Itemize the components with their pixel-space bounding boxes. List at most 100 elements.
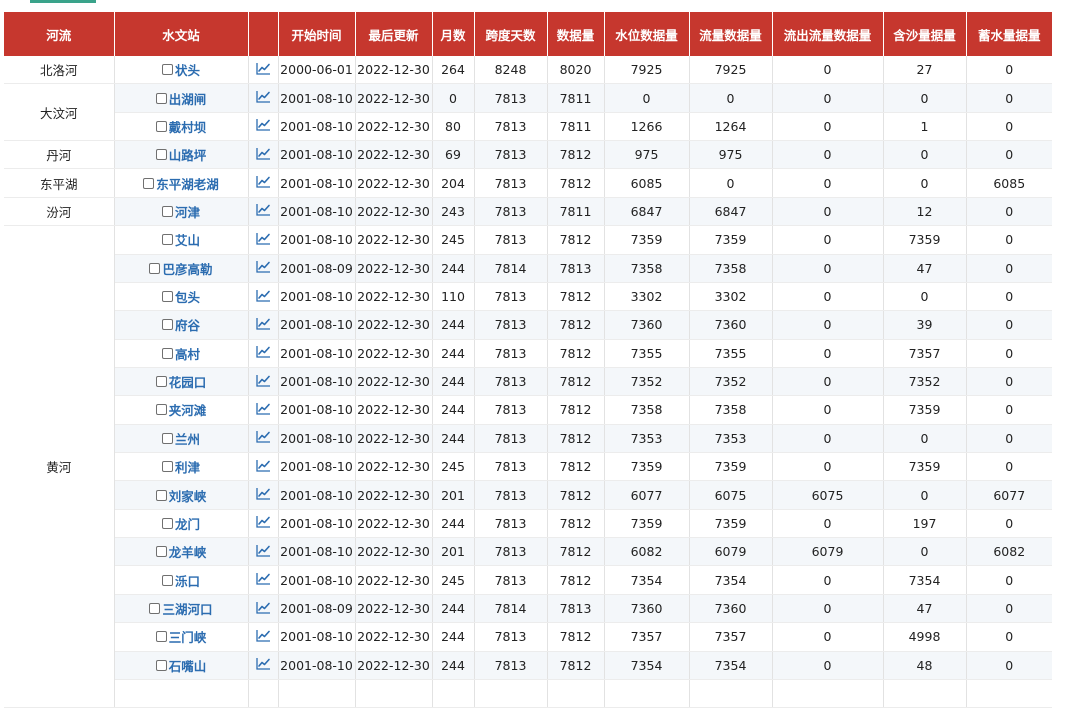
trend-chart-icon[interactable]: [255, 459, 271, 472]
station-link[interactable]: 包头: [175, 287, 200, 306]
trend-chart-icon[interactable]: [255, 430, 271, 443]
checkbox-icon[interactable]: [155, 659, 167, 671]
trend-chart-icon[interactable]: [255, 515, 271, 529]
trend-chart-icon[interactable]: [255, 487, 271, 500]
table-row: 兰州 2001-08-10 2022-12-30 244 7813 7812 7353 735…: [4, 424, 1052, 454]
trend-cell: [248, 594, 279, 624]
trend-chart-icon[interactable]: [255, 260, 271, 273]
column-header-water-level-count[interactable]: 水位数据量: [604, 12, 690, 56]
trend-chart-icon[interactable]: [255, 629, 271, 642]
trend-chart-icon[interactable]: [255, 62, 271, 75]
checkbox-icon[interactable]: [161, 461, 173, 473]
flow-count-cell: 7359: [689, 509, 773, 539]
checkbox-icon[interactable]: [161, 574, 173, 586]
checkbox-icon[interactable]: [155, 120, 167, 132]
checkbox-icon[interactable]: [149, 262, 161, 274]
column-header-data-count[interactable]: 数据量: [547, 12, 605, 56]
checkbox-icon[interactable]: [155, 489, 167, 501]
trend-chart-icon[interactable]: [255, 289, 271, 302]
station-link[interactable]: 状头: [175, 60, 200, 79]
months-cell: 244: [432, 594, 475, 624]
column-header-storage-count[interactable]: 蓄水量据量: [966, 12, 1052, 56]
column-header-chart[interactable]: [248, 12, 279, 56]
station-link[interactable]: 兰州: [175, 429, 200, 448]
flow-count-cell: 7359: [689, 225, 773, 255]
checkbox-icon[interactable]: [149, 603, 161, 614]
station-link[interactable]: 戴村坝: [169, 117, 207, 136]
checkbox-icon[interactable]: [161, 517, 173, 529]
station-link[interactable]: 刘家峡: [169, 486, 207, 505]
flow-count-cell: 7358: [689, 254, 773, 283]
span-days-cell: 7813: [474, 537, 548, 567]
column-header-months[interactable]: 月数: [432, 12, 475, 56]
data-count-cell: 7812: [547, 509, 605, 539]
station-link[interactable]: 河津: [175, 202, 200, 221]
last-update-cell: 2022-12-30: [355, 622, 433, 652]
trend-chart-icon[interactable]: [255, 118, 271, 132]
station-link[interactable]: 泺口: [175, 571, 200, 590]
trend-chart-icon[interactable]: [255, 572, 271, 585]
sediment-count-cell: 197: [883, 509, 967, 539]
trend-chart-icon[interactable]: [255, 374, 271, 387]
table-row: 利津 2001-08-10 2022-12-30 245 7813 7812 7359 735…: [4, 452, 1052, 482]
table-row: 黄河 艾山 2001-08-10 2022-12-30 245 7813 7812 7359 7…: [4, 225, 1052, 708]
station-link[interactable]: 巴彦高勒: [162, 259, 212, 278]
checkbox-icon[interactable]: [161, 432, 173, 444]
station-link[interactable]: 石嘴山: [169, 656, 207, 675]
column-header-outflow-count[interactable]: 流出流量数据量: [772, 12, 884, 56]
station-link[interactable]: 花园口: [169, 372, 207, 391]
trend-chart-icon[interactable]: [255, 90, 271, 103]
trend-chart-icon[interactable]: [255, 203, 271, 217]
station-link[interactable]: 府谷: [175, 315, 200, 334]
top-accent-bar: [30, 0, 96, 3]
trend-cell: [248, 310, 279, 340]
last-update-cell: 2022-12-30: [355, 339, 433, 368]
data-count-cell: 7812: [547, 424, 605, 454]
checkbox-icon[interactable]: [161, 64, 173, 76]
column-header-sediment-count[interactable]: 含沙量据量: [883, 12, 967, 56]
trend-chart-icon[interactable]: [255, 402, 271, 415]
trend-chart-icon[interactable]: [255, 147, 271, 160]
station-link[interactable]: 龙门: [175, 514, 200, 533]
station-link[interactable]: 龙羊峡: [169, 542, 207, 561]
station-link[interactable]: 艾山: [175, 230, 200, 249]
checkbox-icon[interactable]: [161, 319, 173, 331]
station-link[interactable]: 利津: [175, 457, 200, 476]
checkbox-icon[interactable]: [155, 92, 167, 104]
checkbox-icon[interactable]: [143, 177, 155, 189]
station-link[interactable]: 夹河滩: [169, 400, 207, 419]
data-count-cell: 7812: [547, 565, 605, 595]
trend-chart-icon[interactable]: [255, 544, 271, 557]
checkbox-icon[interactable]: [161, 291, 173, 303]
station-link[interactable]: 山路坪: [169, 145, 207, 164]
months-cell: 244: [432, 254, 475, 283]
trend-chart-icon[interactable]: [255, 232, 271, 245]
checkbox-icon[interactable]: [155, 631, 167, 643]
column-header-span-days[interactable]: 跨度天数: [474, 12, 548, 56]
checkbox-icon[interactable]: [161, 234, 173, 246]
trend-chart-icon[interactable]: [255, 601, 271, 614]
checkbox-icon[interactable]: [155, 404, 167, 416]
last-update-cell: 2022-12-30: [355, 480, 433, 510]
station-link[interactable]: 三门峡: [169, 627, 207, 646]
station-link[interactable]: 出湖闸: [169, 89, 207, 108]
checkbox-icon[interactable]: [161, 205, 173, 217]
station-link[interactable]: 三湖河口: [162, 599, 212, 618]
trend-chart-icon[interactable]: [255, 175, 271, 188]
column-header-start-time[interactable]: 开始时间: [278, 12, 356, 56]
trend-cell: [248, 509, 279, 539]
trend-chart-icon[interactable]: [255, 317, 271, 330]
checkbox-icon[interactable]: [155, 149, 167, 161]
trend-chart-icon[interactable]: [255, 345, 271, 358]
column-header-station[interactable]: 水文站: [114, 12, 249, 56]
checkbox-icon[interactable]: [161, 347, 173, 359]
column-header-last-update[interactable]: 最后更新: [355, 12, 433, 56]
station-link[interactable]: 高村: [175, 344, 200, 363]
checkbox-icon[interactable]: [155, 376, 167, 388]
checkbox-icon[interactable]: [155, 546, 167, 558]
outflow-count-cell: 0: [772, 310, 884, 340]
column-header-flow-count[interactable]: 流量数据量: [689, 12, 773, 56]
station-link[interactable]: 东平湖老湖: [156, 174, 219, 193]
outflow-count-cell: 0: [772, 339, 884, 368]
column-header-river[interactable]: 河流: [4, 12, 115, 56]
